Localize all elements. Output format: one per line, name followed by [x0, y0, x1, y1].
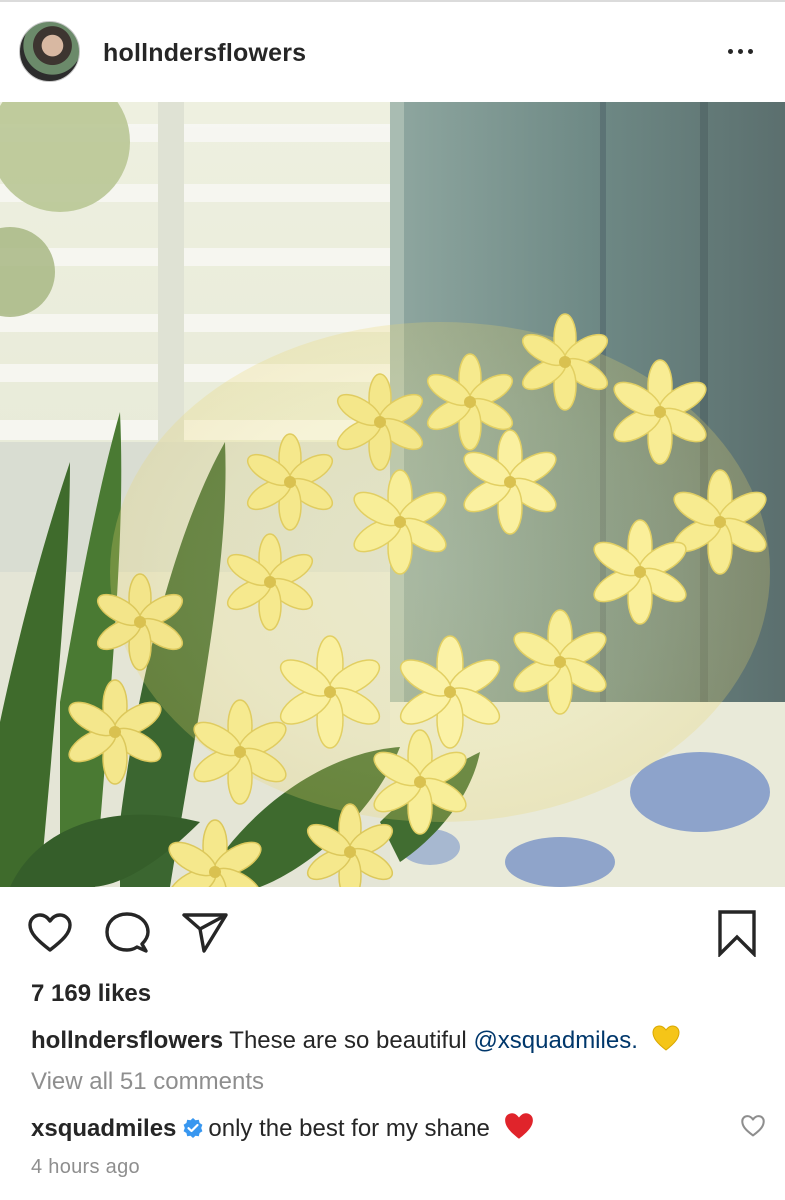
- comment-text: only the best for my shane: [208, 1115, 490, 1142]
- comment-row: xsquadmiles only the best for my shane: [31, 1111, 535, 1148]
- caption-username[interactable]: hollndersflowers: [31, 1027, 223, 1054]
- post-photo[interactable]: [0, 102, 785, 887]
- likes-count[interactable]: 7 169 likes: [31, 980, 151, 1008]
- caption: hollndersflowers These are so beautiful …: [31, 1024, 771, 1059]
- comment-like-icon[interactable]: [740, 1114, 766, 1143]
- bookmark-icon[interactable]: [717, 909, 757, 957]
- post-header: hollndersflowers: [0, 2, 785, 102]
- comment-bubble-icon[interactable]: [104, 911, 150, 955]
- action-bar: [0, 887, 785, 977]
- verified-badge-icon: [182, 1117, 204, 1146]
- more-options-icon[interactable]: [724, 40, 760, 64]
- yellow-heart-icon: [651, 1024, 681, 1059]
- comment-username[interactable]: xsquadmiles: [31, 1115, 176, 1142]
- paper-plane-icon[interactable]: [181, 911, 229, 955]
- avatar[interactable]: [19, 21, 80, 82]
- post-timestamp: 4 hours ago: [31, 1156, 140, 1178]
- hyacinth-photo: [0, 102, 785, 887]
- caption-text: These are so beautiful: [229, 1027, 467, 1054]
- red-heart-icon: [503, 1111, 535, 1148]
- post-username[interactable]: hollndersflowers: [103, 39, 306, 68]
- heart-outline-icon[interactable]: [27, 913, 73, 953]
- caption-mention[interactable]: @xsquadmiles.: [473, 1027, 637, 1054]
- view-all-comments-link[interactable]: View all 51 comments: [31, 1068, 264, 1096]
